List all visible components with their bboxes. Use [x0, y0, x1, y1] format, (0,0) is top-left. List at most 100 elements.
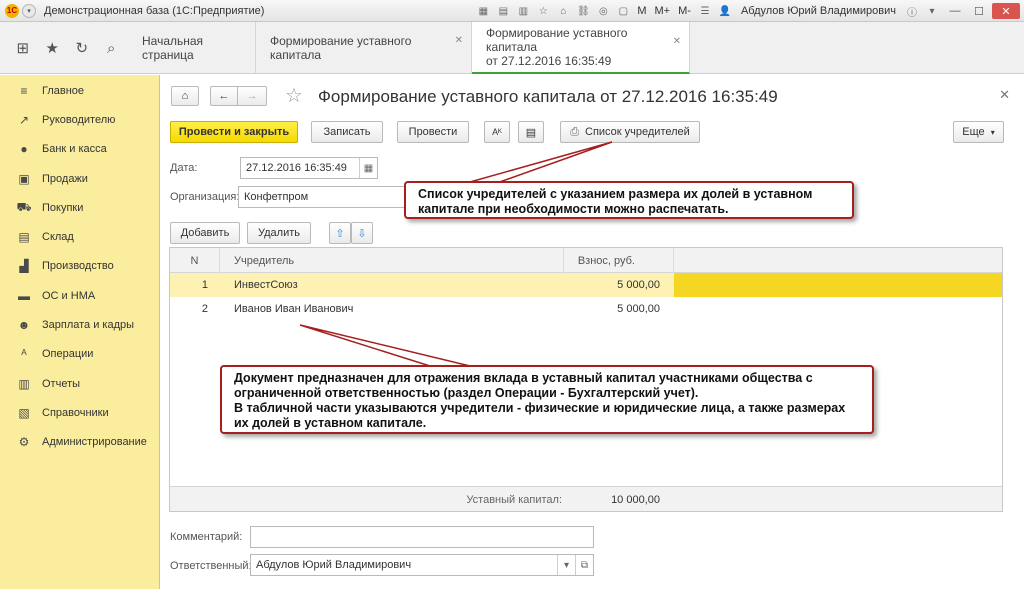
- founders-list-print-button[interactable]: ⎙ Список учредителей: [560, 121, 700, 143]
- save-button[interactable]: Записать: [311, 121, 383, 143]
- calendar-icon[interactable]: ▦: [359, 158, 377, 178]
- founder-name: ИнвестСоюз: [234, 279, 298, 291]
- post-button[interactable]: Провести: [397, 121, 469, 143]
- favorite-star-icon[interactable]: ☆: [285, 83, 303, 108]
- bar-chart-icon: ▥: [18, 376, 30, 391]
- info-icon[interactable]: ⓘ: [904, 4, 920, 19]
- date-field[interactable]: 27.12.2016 16:35:49 ▦: [240, 157, 378, 179]
- arrow-right-icon: →: [246, 90, 258, 102]
- people-icon: ☻: [17, 318, 31, 333]
- column-header-n[interactable]: N: [170, 248, 220, 273]
- sidebar-item-reports[interactable]: ▥ Отчеты: [0, 369, 159, 398]
- operations-icon: ᴬ: [21, 347, 27, 362]
- tab-capital-document[interactable]: Формирование уставного капитала от 27.12…: [472, 22, 690, 74]
- sidebar-item-sales[interactable]: ▣ Продажи: [0, 164, 159, 193]
- chart-line-icon: ↗: [18, 112, 30, 127]
- tab-home-label: Начальная страница: [142, 34, 204, 62]
- memory-button[interactable]: M: [637, 5, 646, 17]
- more-label: Еще: [962, 126, 985, 138]
- responsible-label: Ответственный:: [170, 560, 252, 572]
- add-row-button[interactable]: Добавить: [170, 222, 240, 244]
- sidebar-item-warehouse[interactable]: ▤ Склад: [0, 222, 159, 251]
- dt-kt-button[interactable]: Aᴷ: [484, 121, 510, 143]
- sidebar-item-assets[interactable]: ▬ ОС и НМА: [0, 281, 159, 310]
- comment-label: Комментарий:: [170, 531, 243, 543]
- sidebar-item-purchases[interactable]: ⛟ Покупки: [0, 193, 159, 222]
- current-user[interactable]: Абдулов Юрий Владимирович: [741, 5, 896, 17]
- search-icon[interactable]: ⌕: [99, 35, 125, 61]
- sidebar-item-operations[interactable]: ᴬ Операции: [0, 340, 159, 369]
- sidebar-item-label: Зарплата и кадры: [42, 319, 135, 332]
- report-icon[interactable]: ▦: [475, 4, 491, 18]
- sidebar-item-references[interactable]: ▧ Справочники: [0, 398, 159, 427]
- panel-icon[interactable]: ☰: [697, 4, 713, 18]
- main-menu-icon[interactable]: ▾: [22, 3, 36, 18]
- comment-field[interactable]: [250, 526, 594, 548]
- grid-menu-icon[interactable]: ⊞: [10, 35, 36, 61]
- close-window-button[interactable]: ✕: [992, 3, 1020, 19]
- founder-name: Иванов Иван Иванович: [234, 303, 354, 315]
- tab-close-icon[interactable]: ✕: [455, 35, 463, 46]
- move-up-button[interactable]: ⇧: [329, 222, 351, 244]
- delete-row-button[interactable]: Удалить: [247, 222, 311, 244]
- contribution-amount: 5 000,00: [617, 279, 660, 291]
- document-form: ⌂ ← → ☆ Формирование уставного капитала …: [161, 75, 1024, 589]
- document-purpose-callout: Документ предназначен для отражения вкла…: [220, 365, 874, 434]
- sidebar-item-main[interactable]: ≡ Главное: [0, 76, 159, 105]
- table-row[interactable]: 2 Иванов Иван Иванович 5 000,00: [170, 297, 1002, 321]
- row-number: 1: [201, 279, 208, 291]
- quick-panel: ⊞ ★ ↻ ⌕: [0, 22, 128, 74]
- history-icon[interactable]: ⌂: [555, 4, 571, 18]
- tab-close-icon[interactable]: ✕: [673, 35, 681, 49]
- app-logo-icon[interactable]: 1С: [5, 3, 19, 18]
- sidebar-item-bank[interactable]: ● Банк и касса: [0, 135, 159, 164]
- title-bar: 1С ▾ Демонстрационная база (1С:Предприят…: [0, 0, 1024, 22]
- sidebar-item-manager[interactable]: ↗ Руководителю: [0, 105, 159, 134]
- forward-button[interactable]: →: [237, 86, 267, 106]
- row-number: 2: [201, 303, 208, 315]
- sidebar-item-admin[interactable]: ⚙ Администрирование: [0, 428, 159, 457]
- sidebar-item-label: Банк и касса: [42, 143, 107, 156]
- calendar-icon[interactable]: ▢: [615, 4, 631, 18]
- dropdown-icon[interactable]: ▾: [557, 555, 575, 575]
- column-header-founder[interactable]: Учредитель: [220, 248, 564, 273]
- arrow-down-icon: ⇩: [357, 227, 367, 240]
- history-icon[interactable]: ↻: [69, 35, 95, 61]
- close-icon[interactable]: ✕: [999, 87, 1010, 103]
- sidebar-item-label: Справочники: [42, 406, 109, 419]
- column-header-amount[interactable]: Взнос, руб.: [564, 248, 674, 273]
- memory-minus-button[interactable]: M-: [678, 5, 691, 17]
- open-icon[interactable]: ⧉: [575, 555, 593, 575]
- move-down-button[interactable]: ⇩: [351, 222, 373, 244]
- reports-button[interactable]: ▤: [518, 121, 544, 143]
- notify-icon[interactable]: ◎: [595, 4, 611, 18]
- arrow-up-icon: ⇧: [335, 227, 345, 240]
- tab-home[interactable]: Начальная страница: [128, 22, 256, 74]
- settings-icon[interactable]: ▾: [924, 4, 940, 18]
- post-and-close-button[interactable]: Провести и закрыть: [170, 121, 298, 143]
- more-button[interactable]: Еще ▾: [953, 121, 1004, 143]
- sidebar-item-production[interactable]: ▟ Производство: [0, 252, 159, 281]
- favorites-star-icon[interactable]: ★: [40, 35, 66, 61]
- contribution-amount: 5 000,00: [617, 303, 660, 315]
- gear-icon: ⚙: [18, 435, 30, 450]
- table-icon[interactable]: ▥: [515, 4, 531, 18]
- maximize-button[interactable]: ☐: [968, 3, 990, 19]
- tab-document-label-1: Формирование уставного капитала: [486, 26, 628, 54]
- minimize-button[interactable]: —: [944, 3, 966, 19]
- responsible-field[interactable]: Абдулов Юрий Владимирович ▾ ⧉: [250, 554, 594, 576]
- tab-capital-list[interactable]: Формирование уставного капитала ✕: [256, 22, 472, 74]
- sidebar-item-payroll[interactable]: ☻ Зарплата и кадры: [0, 310, 159, 339]
- memory-plus-button[interactable]: M+: [655, 5, 671, 17]
- favorite-icon[interactable]: ☆: [535, 4, 551, 18]
- back-button[interactable]: ←: [210, 86, 238, 106]
- organization-value: Конфетпром: [244, 191, 309, 203]
- founders-list-callout: Список учредителей с указанием размера и…: [404, 181, 854, 219]
- date-value: 27.12.2016 16:35:49: [246, 162, 347, 174]
- link-icon[interactable]: ⛓: [575, 4, 591, 18]
- calc-icon[interactable]: ▤: [495, 4, 511, 18]
- home-button[interactable]: ⌂: [171, 86, 199, 106]
- table-row[interactable]: 1 ИнвестСоюз 5 000,00: [170, 273, 1002, 297]
- sidebar-item-label: Покупки: [42, 201, 84, 214]
- organization-field[interactable]: Конфетпром: [238, 186, 408, 208]
